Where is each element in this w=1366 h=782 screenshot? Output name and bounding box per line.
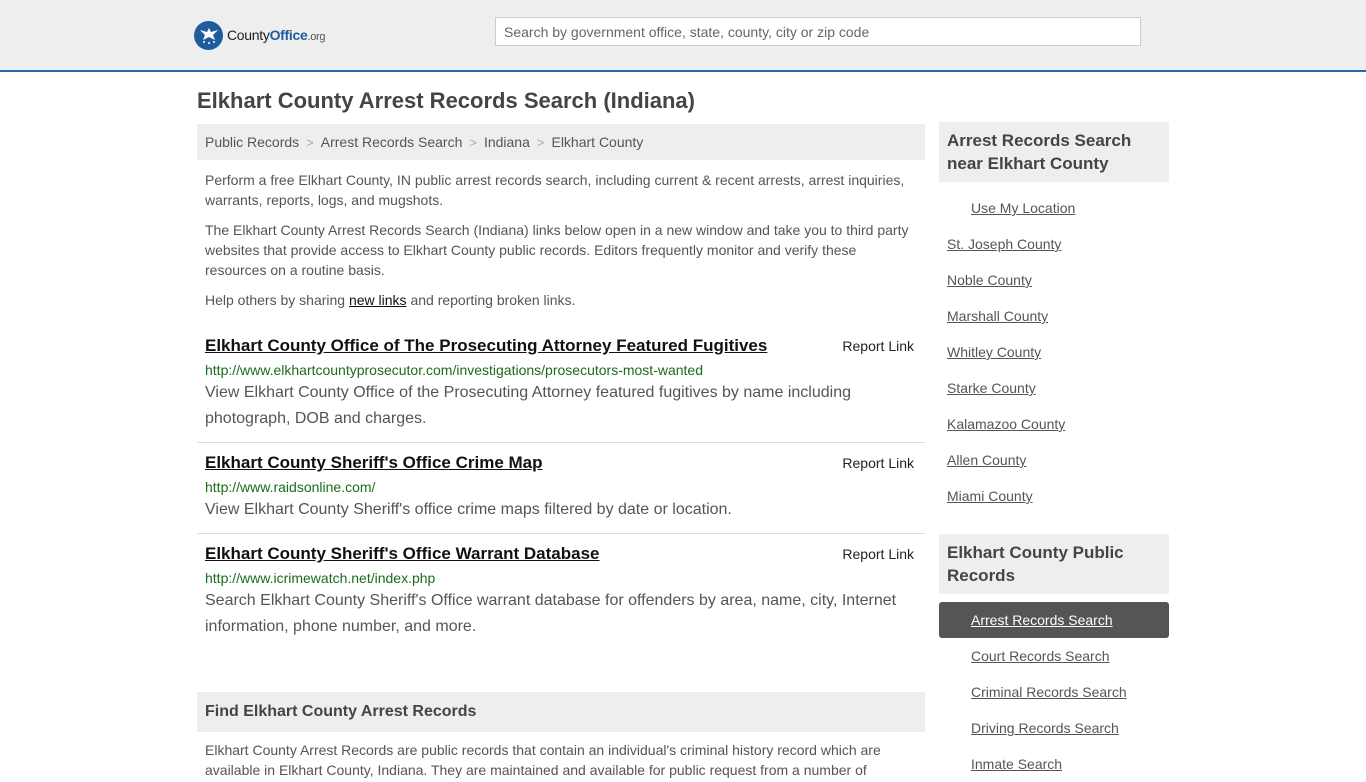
nearby-heading: Arrest Records Search near Elkhart Count… <box>939 122 1169 182</box>
nearby-county-link[interactable]: Kalamazoo County <box>947 416 1065 432</box>
listing-title-link[interactable]: Elkhart County Office of The Prosecuting… <box>205 336 767 356</box>
list-item: Marshall County <box>939 298 1169 334</box>
public-record-link-active[interactable]: Arrest Records Search <box>971 612 1113 628</box>
public-record-link[interactable]: Criminal Records Search <box>971 684 1127 700</box>
list-item: St. Joseph County <box>939 226 1169 262</box>
public-records-list: Arrest Records Search Court Records Sear… <box>939 602 1169 782</box>
list-item: Allen County <box>939 442 1169 478</box>
listing-url: http://www.elkhartcountyprosecutor.com/i… <box>205 362 704 378</box>
listing-title-link[interactable]: Elkhart County Sheriff's Office Crime Ma… <box>205 453 543 473</box>
breadcrumb-item-elkhart-county[interactable]: Elkhart County <box>551 134 643 150</box>
list-item: Court Records Search <box>939 638 1169 674</box>
listing-description: Search Elkhart County Sheriff's Office w… <box>205 592 897 635</box>
chevron-right-icon: > <box>536 134 545 150</box>
breadcrumb-item-arrest-records[interactable]: Arrest Records Search <box>321 134 463 150</box>
breadcrumb-item-public-records[interactable]: Public Records <box>205 134 299 150</box>
nearby-list: Use My Location St. Joseph County Noble … <box>939 190 1169 514</box>
nearby-county-link[interactable]: Starke County <box>947 380 1036 396</box>
find-records-text: Elkhart County Arrest Records are public… <box>205 742 881 778</box>
breadcrumb: Public Records > Arrest Records Search >… <box>197 124 925 160</box>
main-content: Public Records > Arrest Records Search >… <box>197 124 925 780</box>
list-item: Starke County <box>939 370 1169 406</box>
report-link-button[interactable]: Report Link <box>842 546 914 562</box>
share-text-before: Help others by sharing <box>205 292 349 308</box>
public-record-link[interactable]: Court Records Search <box>971 648 1110 664</box>
listing-url: http://www.icrimewatch.net/index.php <box>205 570 436 586</box>
nearby-county-link[interactable]: St. Joseph County <box>947 236 1061 252</box>
list-item: Noble County <box>939 262 1169 298</box>
report-link-button[interactable]: Report Link <box>842 455 914 471</box>
new-links-link[interactable]: new links <box>349 292 407 308</box>
logo-brand: Office <box>269 27 308 43</box>
list-item: Whitley County <box>939 334 1169 370</box>
intro-paragraph-1: Perform a free Elkhart County, IN public… <box>205 172 905 208</box>
listing-description: View Elkhart County Sheriff's office cri… <box>205 501 732 518</box>
list-item: Arrest Records Search <box>939 602 1169 638</box>
list-item: Criminal Records Search <box>939 674 1169 710</box>
nearby-county-link[interactable]: Allen County <box>947 452 1026 468</box>
listing-item: Elkhart County Sheriff's Office Crime Ma… <box>197 443 925 534</box>
eagle-icon <box>194 20 223 50</box>
use-my-location-link[interactable]: Use My Location <box>971 200 1075 216</box>
list-item: Inmate Search <box>939 746 1169 782</box>
logo-prefix: County <box>227 27 270 43</box>
intro-text: Perform a free Elkhart County, IN public… <box>197 170 925 310</box>
logo-suffix: .org <box>307 31 326 43</box>
site-header: CountyOffice.org <box>0 0 1366 72</box>
site-logo[interactable]: CountyOffice.org <box>194 20 326 50</box>
listing-item: Elkhart County Sheriff's Office Warrant … <box>197 534 925 650</box>
chevron-right-icon: > <box>306 134 314 150</box>
search-input[interactable] <box>495 17 1141 46</box>
public-record-link[interactable]: Inmate Search <box>971 756 1062 772</box>
share-text-after: and reporting broken links. <box>406 292 576 308</box>
nearby-county-link[interactable]: Miami County <box>947 488 1033 504</box>
intro-paragraph-3: Help others by sharing new links and rep… <box>205 290 917 310</box>
listing-title-link[interactable]: Elkhart County Sheriff's Office Warrant … <box>205 544 600 564</box>
list-item: Miami County <box>939 478 1169 514</box>
report-link-button[interactable]: Report Link <box>842 338 914 354</box>
nearby-county-link[interactable]: Whitley County <box>947 344 1041 360</box>
public-records-heading: Elkhart County Public Records <box>939 534 1169 594</box>
list-item: Use My Location <box>939 190 1169 226</box>
list-item: Kalamazoo County <box>939 406 1169 442</box>
listings: Elkhart County Office of The Prosecuting… <box>197 326 925 650</box>
nearby-county-link[interactable]: Marshall County <box>947 308 1048 324</box>
public-record-link[interactable]: Driving Records Search <box>971 720 1119 736</box>
chevron-right-icon: > <box>469 134 477 150</box>
page-title: Elkhart County Arrest Records Search (In… <box>197 88 695 113</box>
find-records-heading: Find Elkhart County Arrest Records <box>197 692 925 732</box>
logo-text: CountyOffice.org <box>227 27 326 43</box>
listing-description: View Elkhart County Office of the Prosec… <box>205 384 851 427</box>
nearby-county-link[interactable]: Noble County <box>947 272 1032 288</box>
intro-paragraph-2: The Elkhart County Arrest Records Search… <box>205 222 909 278</box>
sidebar: Arrest Records Search near Elkhart Count… <box>939 122 1169 782</box>
listing-item: Elkhart County Office of The Prosecuting… <box>197 326 925 443</box>
breadcrumb-item-indiana[interactable]: Indiana <box>484 134 530 150</box>
list-item: Driving Records Search <box>939 710 1169 746</box>
listing-url: http://www.raidsonline.com/ <box>205 479 376 495</box>
